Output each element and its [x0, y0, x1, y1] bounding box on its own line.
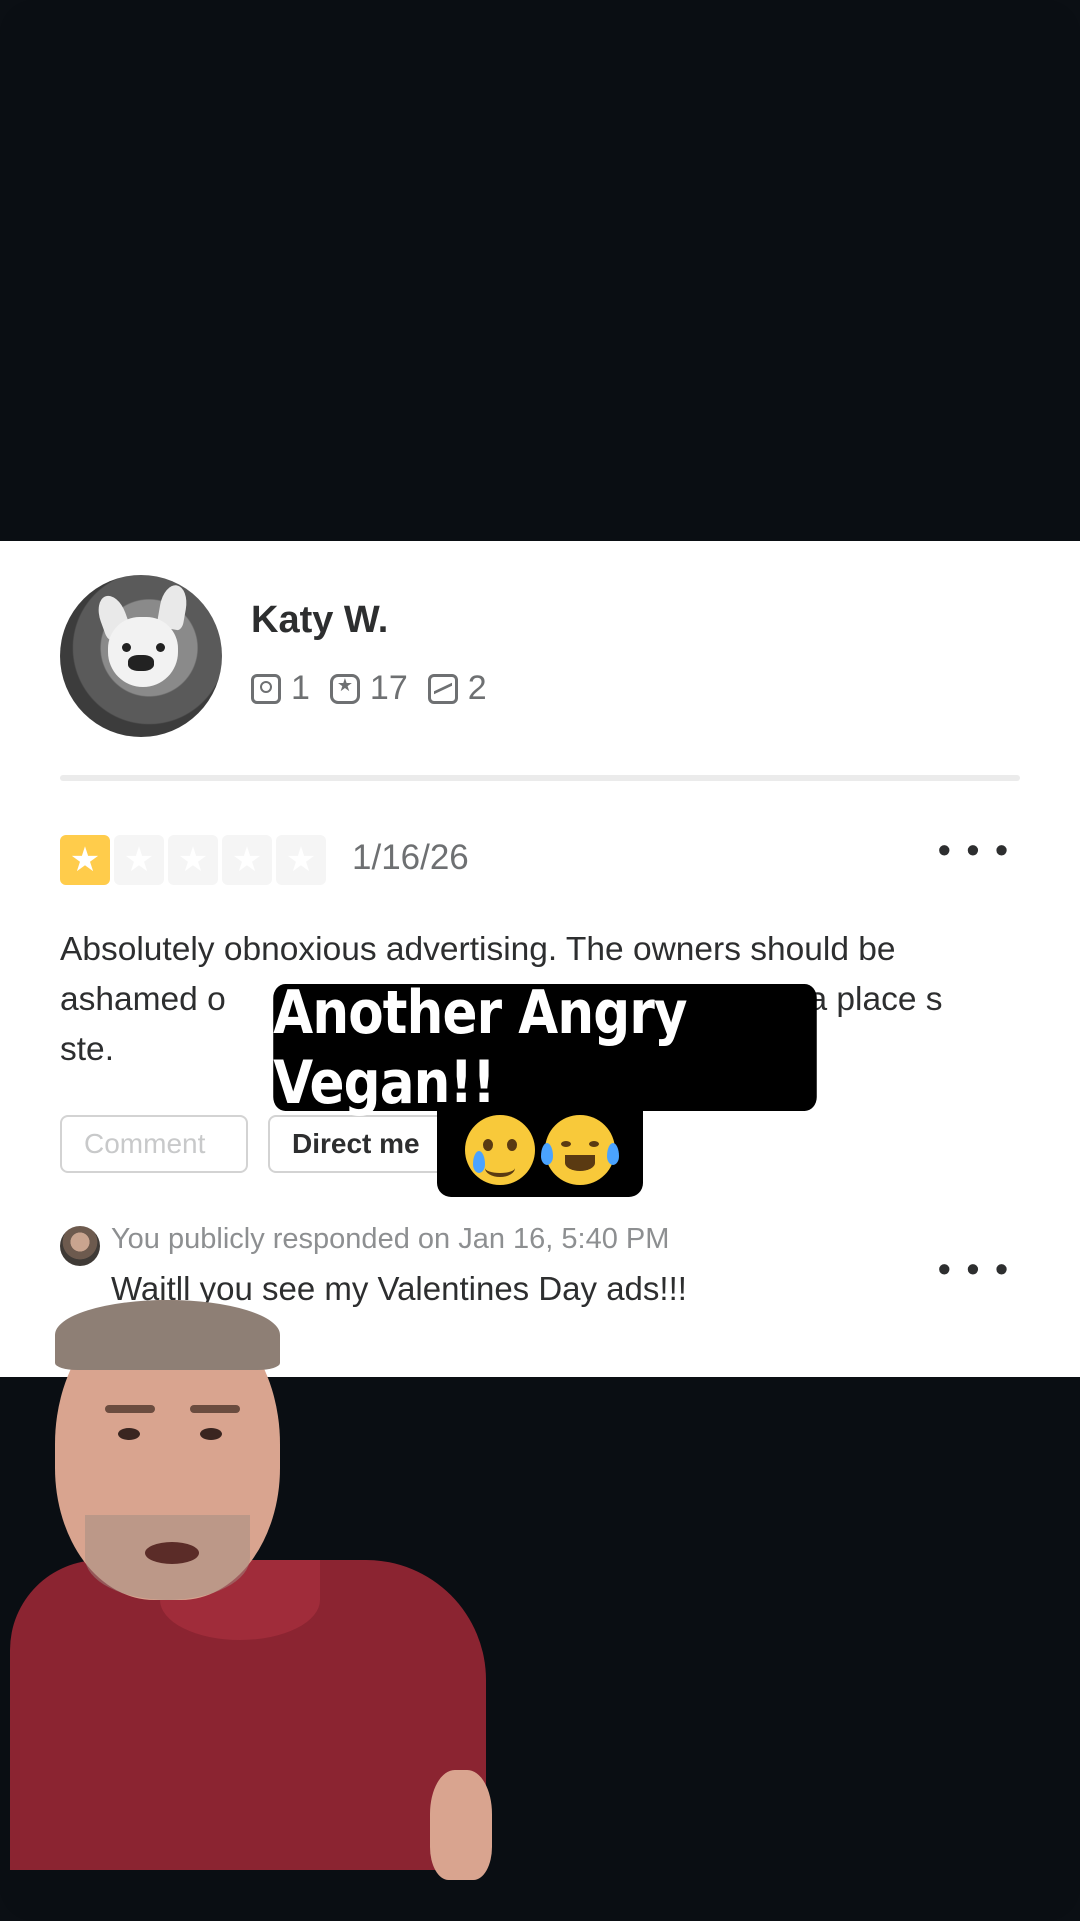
star-empty-icon: ★	[168, 835, 218, 885]
divider	[60, 775, 1020, 781]
star-filled-icon: ★	[60, 835, 110, 885]
presenter-eye	[118, 1428, 140, 1440]
emoji-tear	[473, 1150, 485, 1173]
avatar-eye	[156, 643, 165, 652]
presenter-brow	[105, 1405, 155, 1413]
comment-button[interactable]: Comment	[60, 1115, 248, 1173]
presenter-hair	[55, 1300, 280, 1370]
emoji-mouth	[565, 1154, 595, 1171]
star-empty-icon: ★	[114, 835, 164, 885]
video-frame: Katy W. 1 17 2 ★★★★★ 1/16/26 • • • Absol…	[0, 0, 1080, 1921]
video-caption: Another Angry Vegan!!	[273, 978, 817, 1118]
responder-avatar	[60, 1226, 100, 1266]
emoji-tear	[607, 1142, 619, 1165]
presenter-mouth	[145, 1542, 199, 1564]
friend-icon	[251, 673, 281, 704]
avatar-eye	[122, 643, 131, 652]
smiling-face-with-tear-icon	[465, 1114, 535, 1185]
response-more-button[interactable]: • • •	[938, 1248, 1011, 1290]
photo-icon	[427, 673, 458, 704]
presenter-hand	[430, 1770, 492, 1880]
review-star-icon	[329, 673, 360, 704]
response-meta: You publicly responded on Jan 16, 5:40 P…	[111, 1223, 670, 1255]
caption-emoji-row	[437, 1102, 643, 1197]
emoji-eye	[561, 1140, 571, 1147]
avatar-nose	[128, 655, 154, 671]
friends-count: 1	[291, 669, 310, 707]
friends-stat: 1	[251, 669, 310, 708]
review-card: Katy W. 1 17 2 ★★★★★ 1/16/26 • • • Absol…	[0, 541, 1080, 1377]
star-rating: ★ ★ ★ ★ ★	[60, 835, 326, 885]
presenter-eye	[200, 1428, 222, 1440]
emoji-eye	[507, 1138, 517, 1151]
reviews-count: 17	[369, 669, 408, 707]
face-with-tears-of-joy-icon	[541, 1114, 619, 1185]
review-date: 1/16/26	[352, 838, 469, 877]
emoji-mouth	[485, 1159, 515, 1177]
presenter-brow	[190, 1405, 240, 1413]
emoji-eye	[483, 1138, 493, 1151]
emoji-eye	[589, 1140, 599, 1147]
photos-stat: 2	[427, 669, 487, 708]
photos-count: 2	[467, 669, 487, 707]
user-avatar[interactable]	[60, 575, 222, 737]
reviews-stat: 17	[329, 669, 408, 708]
avatar-dog-face	[108, 617, 178, 687]
star-empty-icon: ★	[222, 835, 272, 885]
emoji-tear	[541, 1142, 553, 1165]
user-name[interactable]: Katy W.	[251, 599, 388, 642]
user-stats: 1 17 2	[251, 669, 507, 708]
presenter-cutout	[10, 1300, 492, 1880]
star-empty-icon: ★	[276, 835, 326, 885]
review-more-button[interactable]: • • •	[938, 829, 1011, 871]
